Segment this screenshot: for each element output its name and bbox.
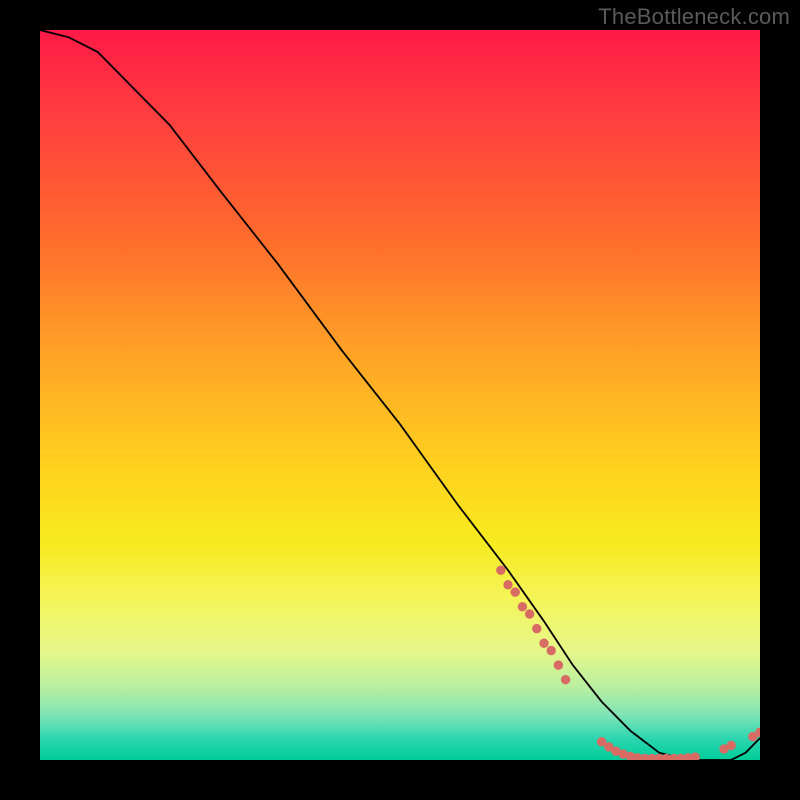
data-markers bbox=[496, 565, 760, 760]
marker-point bbox=[547, 646, 556, 655]
chart-frame: TheBottleneck.com bbox=[0, 0, 800, 800]
plot-area bbox=[40, 30, 760, 760]
marker-point bbox=[525, 609, 534, 618]
marker-point bbox=[503, 580, 512, 589]
marker-point bbox=[561, 675, 570, 684]
marker-point bbox=[727, 741, 736, 750]
marker-point bbox=[554, 660, 563, 669]
marker-point bbox=[532, 624, 541, 633]
watermark-text: TheBottleneck.com bbox=[598, 4, 790, 30]
marker-point bbox=[511, 587, 520, 596]
marker-point bbox=[691, 752, 700, 760]
marker-point bbox=[518, 602, 527, 611]
marker-point bbox=[539, 638, 548, 647]
chart-svg bbox=[40, 30, 760, 760]
bottleneck-curve bbox=[40, 30, 760, 760]
marker-point bbox=[496, 565, 505, 574]
